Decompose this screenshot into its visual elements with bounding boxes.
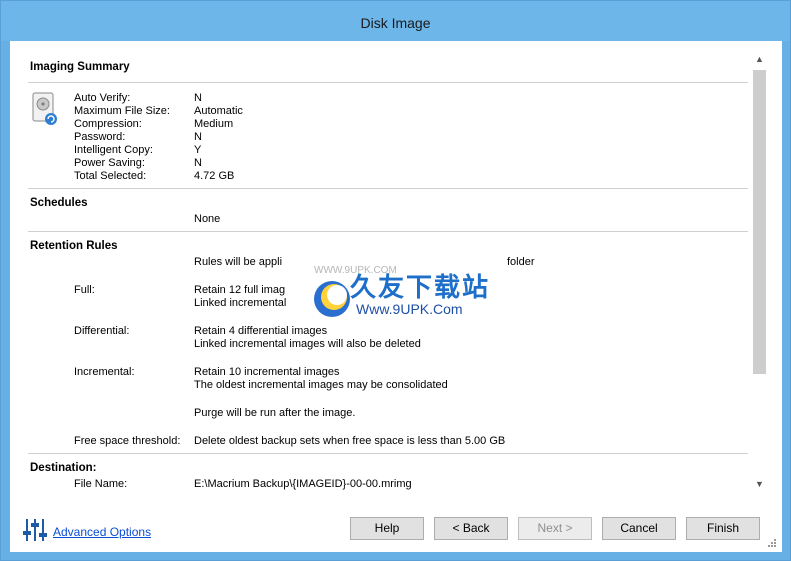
hard-drive-icon (32, 92, 57, 125)
separator (28, 188, 748, 189)
schedules-heading: Schedules (30, 197, 88, 209)
file-name-value: E:\Macrium Backup\{IMAGEID}-00-00.mrimg (194, 478, 412, 490)
password-value: N (194, 131, 202, 143)
intelligent-copy-value: Y (194, 144, 202, 156)
watermark: WWW.9UPK.COM 久友下载站 Www.9UPK.Com (300, 265, 500, 327)
advanced-options-icon[interactable] (23, 517, 47, 543)
differential-label: Differential: (74, 325, 130, 337)
help-button[interactable]: Help (350, 517, 424, 540)
max-file-size-value: Automatic (194, 105, 243, 117)
compression-value: Medium (194, 118, 234, 130)
incremental-line-2: The oldest incremental images may be con… (194, 379, 448, 391)
resize-grip-icon[interactable] (767, 538, 777, 548)
scroll-up-icon[interactable]: ▲ (751, 51, 768, 68)
finish-button[interactable]: Finish (686, 517, 760, 540)
full-line-2: Linked incremental (194, 297, 287, 309)
incremental-line-1: Retain 10 incremental images (194, 366, 340, 378)
power-saving-label: Power Saving: (74, 157, 145, 169)
incremental-label: Incremental: (74, 366, 135, 378)
disk-image-window: Disk Image Imaging Summary Auto Verify: … (0, 0, 791, 561)
title-bar: Disk Image (1, 1, 790, 41)
free-space-threshold-value: Delete oldest backup sets when free spac… (194, 435, 506, 447)
compression-label: Compression: (74, 118, 142, 130)
file-name-label: File Name: (74, 478, 128, 490)
watermark-cn-text: 久友下载站 (350, 272, 491, 302)
max-file-size-label: Maximum File Size: (74, 105, 170, 117)
full-label: Full: (74, 284, 95, 296)
separator (28, 231, 748, 232)
vertical-scrollbar[interactable]: ▲ ▼ (751, 51, 768, 493)
next-button[interactable]: Next > (518, 517, 592, 540)
dialog-client-area: Imaging Summary Auto Verify: N Maximum F… (10, 41, 782, 552)
retention-rules-heading: Retention Rules (30, 240, 118, 252)
differential-line-2: Linked incremental images will also be d… (194, 338, 421, 350)
watermark-logo-icon (314, 281, 350, 317)
advanced-options-link[interactable]: Advanced Options (53, 525, 151, 539)
password-label: Password: (74, 131, 126, 143)
power-saving-value: N (194, 157, 202, 169)
window-title: Disk Image (360, 15, 431, 31)
free-space-threshold-label: Free space threshold: (74, 435, 181, 447)
cancel-button[interactable]: Cancel (602, 517, 676, 540)
scroll-thumb[interactable] (753, 70, 766, 374)
scroll-down-icon[interactable]: ▼ (751, 476, 768, 493)
schedules-value: None (194, 213, 221, 225)
auto-verify-value: N (194, 92, 202, 104)
auto-verify-label: Auto Verify: (74, 92, 131, 104)
back-button[interactable]: < Back (434, 517, 508, 540)
watermark-url-text: Www.9UPK.Com (356, 301, 463, 317)
retention-intro-end: folder (507, 256, 535, 268)
full-line-1: Retain 12 full imag (194, 284, 286, 296)
separator (28, 453, 748, 454)
intelligent-copy-label: Intelligent Copy: (74, 144, 153, 156)
watermark-url-faint: WWW.9UPK.COM (314, 265, 397, 276)
purge-note: Purge will be run after the image. (194, 407, 356, 419)
summary-panel: Imaging Summary Auto Verify: N Maximum F… (10, 51, 750, 500)
differential-line-1: Retain 4 differential images (194, 325, 328, 337)
total-selected-value: 4.72 GB (194, 170, 235, 182)
separator (28, 82, 748, 83)
imaging-summary-heading: Imaging Summary (30, 61, 130, 73)
destination-heading: Destination: (30, 462, 97, 474)
total-selected-label: Total Selected: (74, 170, 147, 182)
retention-intro: Rules will be appli (194, 256, 283, 268)
